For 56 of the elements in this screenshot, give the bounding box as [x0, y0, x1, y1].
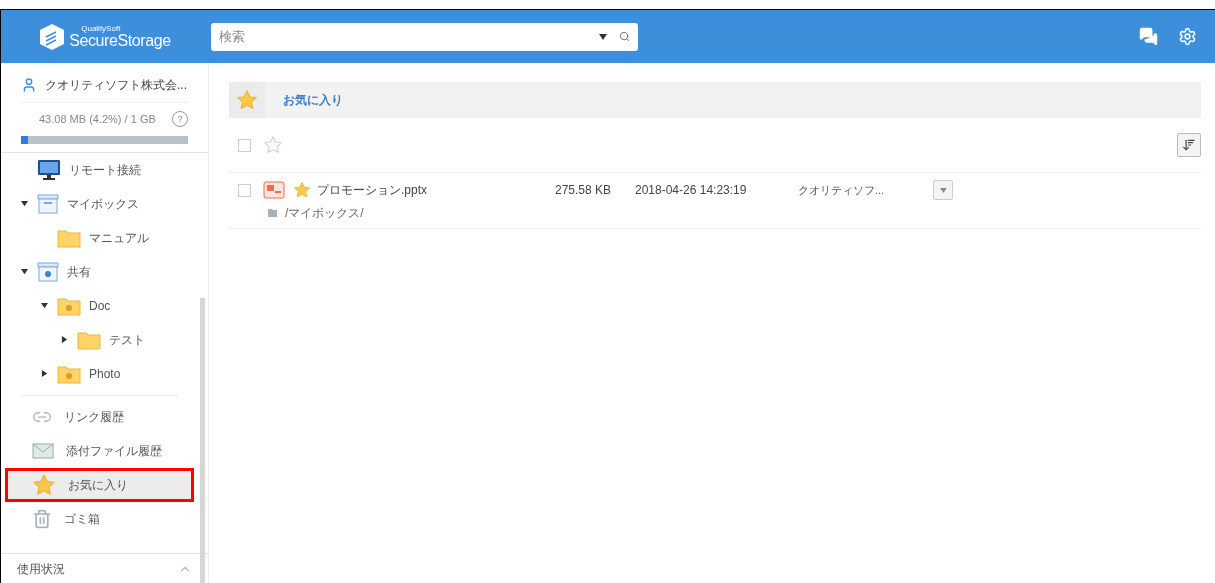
- star-icon: [293, 181, 311, 199]
- envelope-icon: [32, 442, 54, 459]
- dropdown-caret-icon[interactable]: [599, 33, 607, 40]
- nav-item[interactable]: ゴミ箱: [5, 501, 194, 536]
- search-field[interactable]: 検索: [211, 22, 638, 51]
- tree-item[interactable]: マニュアル: [89, 228, 149, 247]
- nav-item[interactable]: リンク履歴: [5, 399, 194, 434]
- file-name[interactable]: プロモーション.pptx: [317, 181, 555, 199]
- caret-icon[interactable]: [20, 268, 28, 275]
- sort-icon: [1182, 138, 1196, 152]
- caret-icon[interactable]: [40, 302, 48, 309]
- chat-icon[interactable]: [1139, 27, 1158, 46]
- nav-item[interactable]: お気に入り: [5, 467, 194, 502]
- monitor-icon: [37, 158, 61, 181]
- user-icon: [21, 77, 37, 93]
- tree-item[interactable]: テスト: [109, 330, 145, 349]
- search-input[interactable]: 検索: [219, 26, 599, 47]
- star-icon: [32, 472, 56, 497]
- caret-icon[interactable]: [60, 336, 68, 343]
- caret-icon: [939, 187, 947, 193]
- caret-icon[interactable]: [20, 200, 28, 207]
- storage-usage: 43.08 MB (4.2%) / 1 GB: [39, 112, 156, 127]
- box-icon: [37, 193, 59, 214]
- shared-folder-icon: [57, 363, 81, 384]
- folder-icon: [77, 329, 101, 350]
- logo-icon: [39, 22, 66, 51]
- logo-brand: QualitySoft: [81, 24, 122, 33]
- checkbox[interactable]: [238, 138, 251, 152]
- logo-text: SecureStorage: [69, 32, 171, 49]
- star-outline-icon: [263, 135, 283, 155]
- presentation-file-icon: [263, 181, 285, 199]
- caret-icon[interactable]: [40, 370, 48, 377]
- tree-item[interactable]: Photo: [89, 364, 121, 383]
- checkbox[interactable]: [238, 183, 251, 197]
- scrollbar[interactable]: [200, 298, 205, 583]
- tree-item[interactable]: Doc: [89, 296, 111, 315]
- tree-item[interactable]: リモート接続: [69, 160, 141, 179]
- file-date: 2018-04-26 14:23:19: [635, 182, 748, 199]
- account-name[interactable]: クオリティソフト株式会...: [45, 76, 187, 94]
- star-icon: [236, 89, 258, 111]
- page-title: お気に入り: [283, 92, 343, 109]
- file-size: 275.58 KB: [555, 182, 613, 199]
- shared-folder-icon: [57, 295, 81, 316]
- nav-item[interactable]: 添付ファイル履歴: [5, 433, 194, 468]
- sort-button[interactable]: [1177, 133, 1201, 157]
- folder-icon: [57, 227, 81, 248]
- settings-icon[interactable]: [1178, 27, 1197, 46]
- folder-icon: [268, 209, 277, 217]
- trash-icon: [32, 508, 52, 529]
- file-menu-button[interactable]: [933, 180, 953, 200]
- shared-box-icon: [37, 261, 59, 282]
- file-owner: クオリティソフ...: [798, 182, 886, 198]
- file-path[interactable]: /マイボックス/: [285, 204, 364, 222]
- tree-item[interactable]: 共有: [67, 262, 91, 281]
- search-icon[interactable]: [619, 31, 630, 42]
- tree-item[interactable]: マイボックス: [67, 194, 139, 213]
